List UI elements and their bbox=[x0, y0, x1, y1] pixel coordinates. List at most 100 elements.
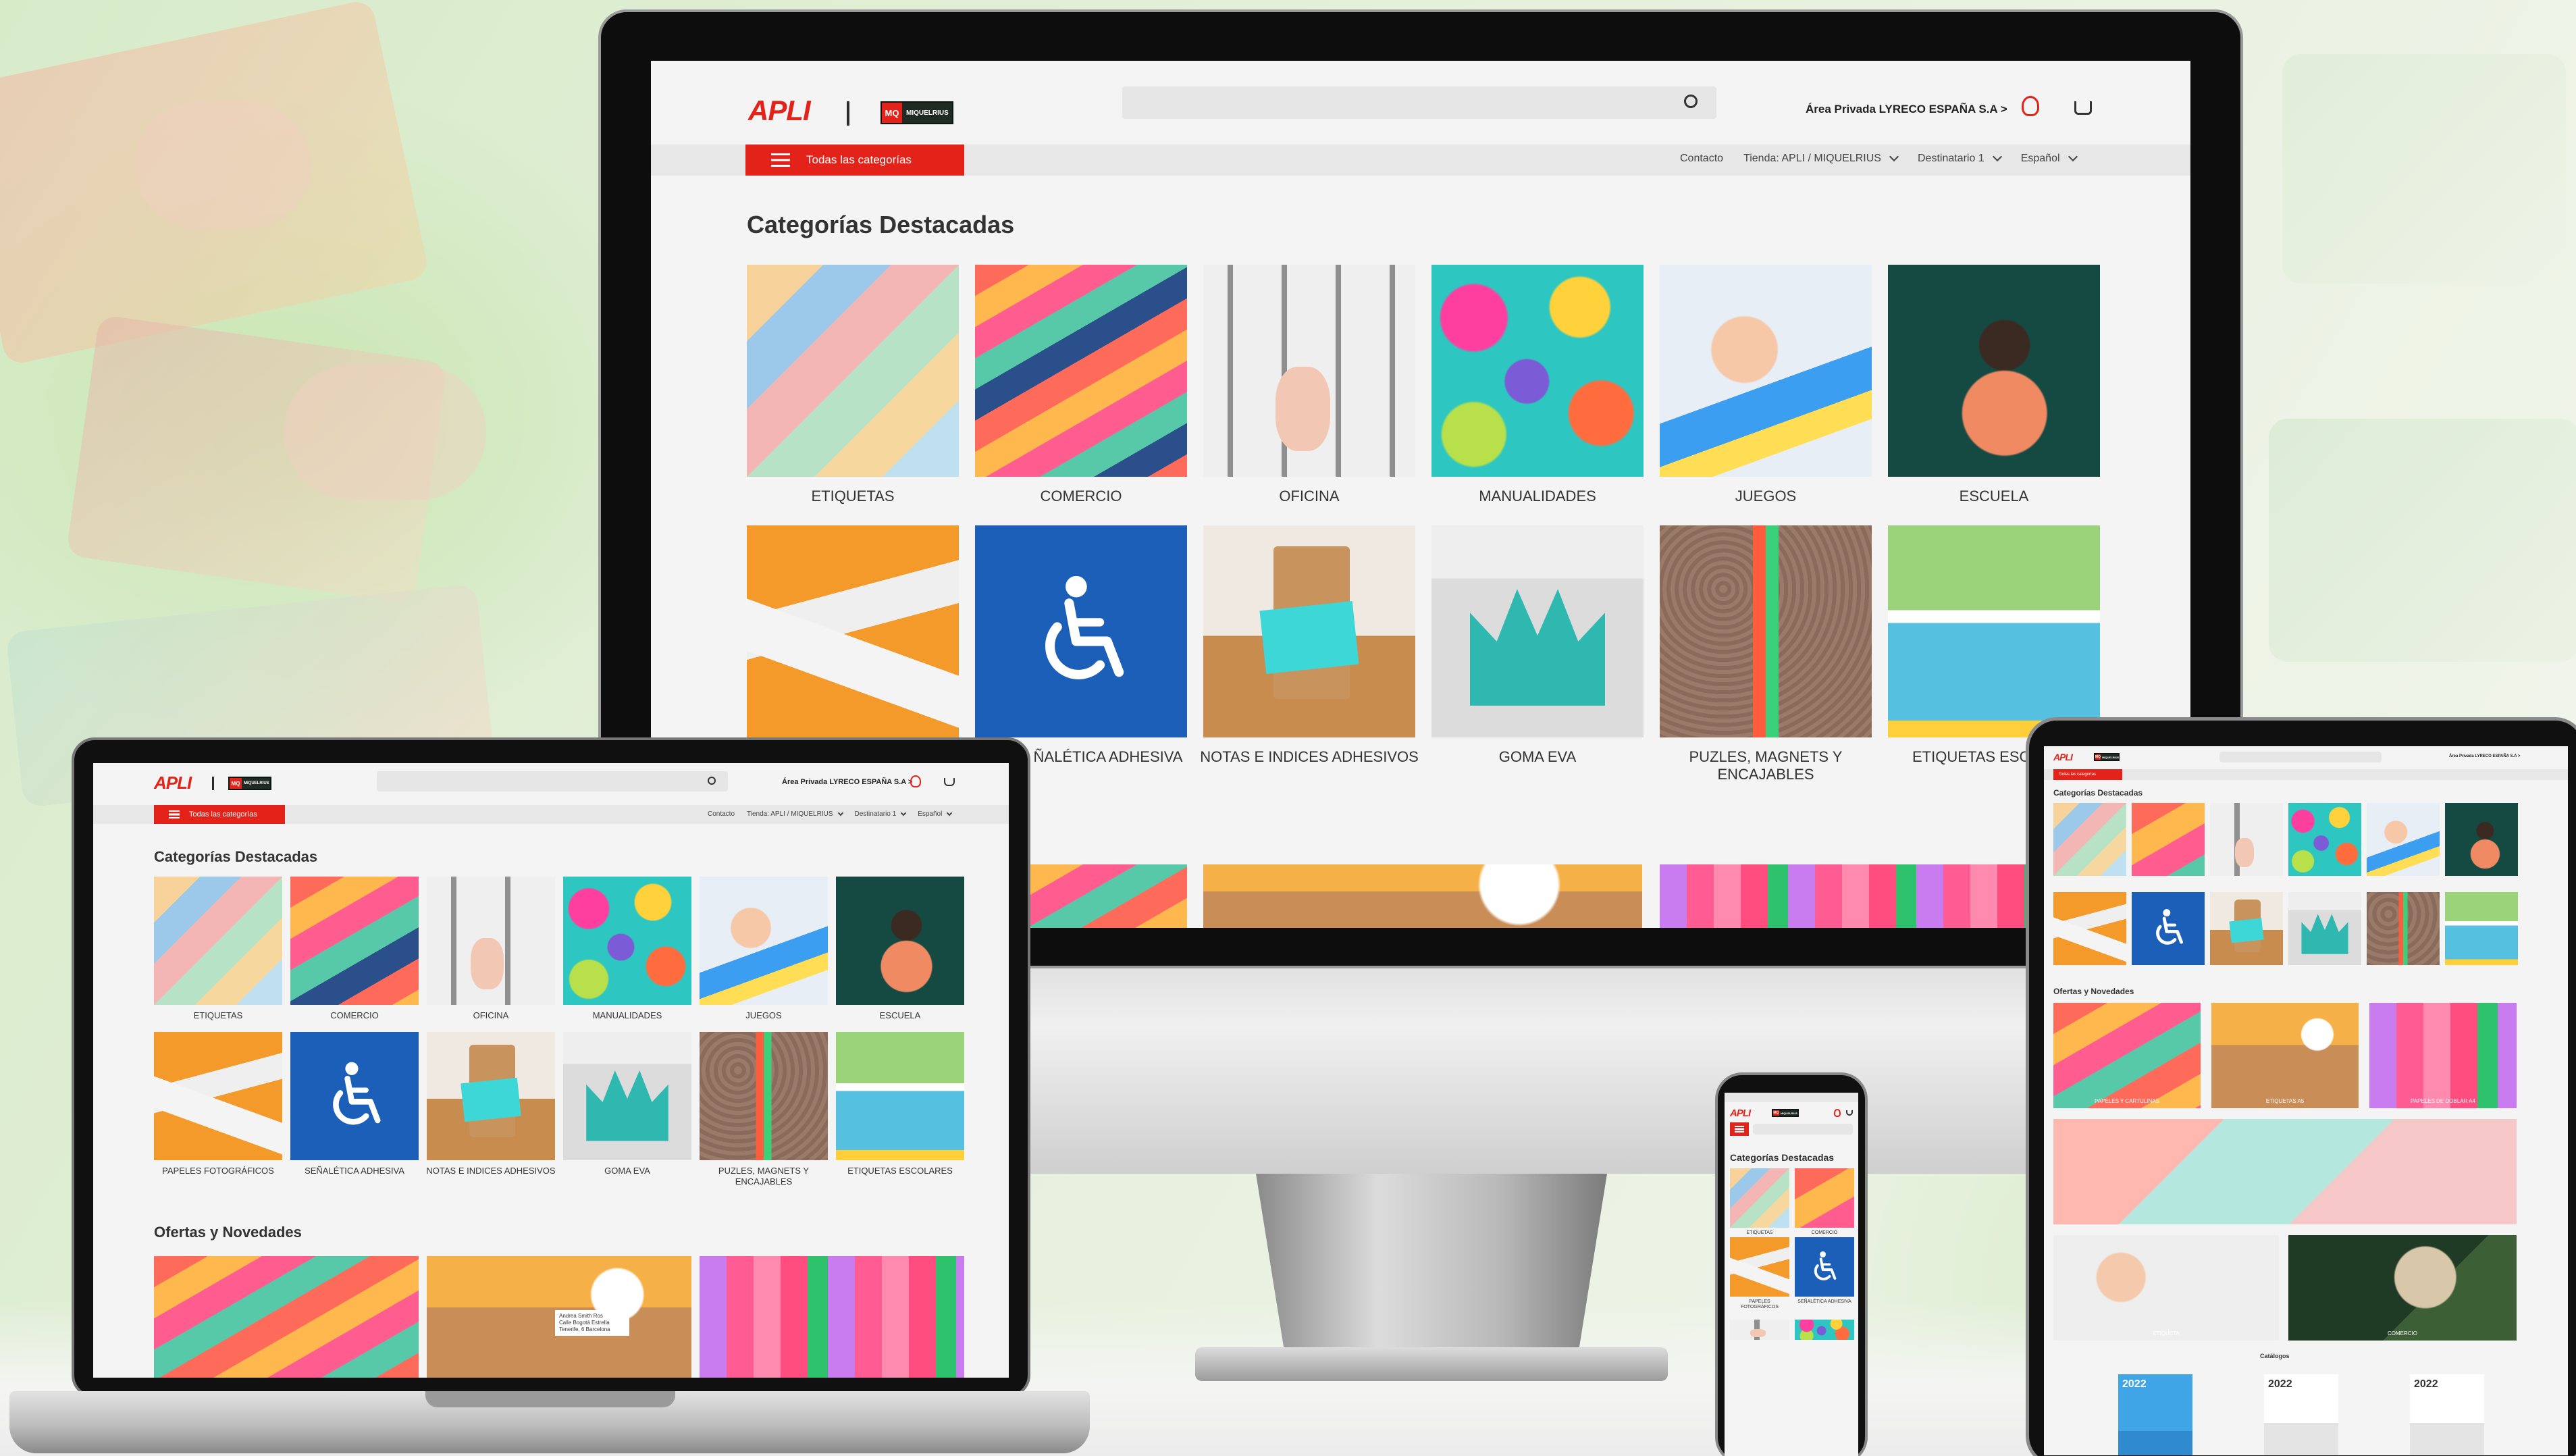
category-tile[interactable]: PUZLES, MAGNETS Y ENCAJABLES bbox=[700, 1032, 828, 1187]
category-tile[interactable]: ETIQUETAS bbox=[154, 877, 282, 1020]
category-tile[interactable] bbox=[1795, 1320, 1854, 1340]
category-tile[interactable] bbox=[1730, 1320, 1789, 1340]
search-input[interactable] bbox=[1753, 1124, 1853, 1135]
search-icon[interactable] bbox=[708, 777, 716, 785]
nav-recipient-dropdown[interactable]: Destinatario 1 bbox=[1918, 151, 2002, 165]
category-tile[interactable]: GOMA EVA bbox=[563, 1032, 691, 1176]
user-icon[interactable] bbox=[1834, 1109, 1841, 1117]
category-label: ESCUELA bbox=[879, 1010, 921, 1020]
apli-logo[interactable]: APLI bbox=[154, 773, 192, 794]
search-icon[interactable] bbox=[1684, 95, 1698, 108]
offer-tile[interactable]: PAPELES DE DOBLAR A4 bbox=[2369, 1003, 2517, 1108]
category-tile[interactable]: PUZLES, MAGNETS Y ENCAJABLES bbox=[1660, 525, 1872, 783]
offer-tile[interactable]: COMERCIO bbox=[2288, 1235, 2517, 1341]
search-input[interactable] bbox=[2219, 752, 2382, 762]
category-tile[interactable]: JUEGOS bbox=[1660, 265, 1872, 504]
category-tile[interactable]: COMERCIO bbox=[290, 877, 419, 1020]
category-tile[interactable]: JUEGOS bbox=[700, 877, 828, 1020]
category-tile[interactable] bbox=[2445, 803, 2518, 876]
search-input[interactable] bbox=[1122, 86, 1716, 119]
category-tile[interactable]: PAPELES FOTOGRÁFICOS bbox=[154, 1032, 282, 1176]
chevron-down-icon bbox=[1889, 151, 1899, 162]
offer-tile[interactable]: Andrea Smith Ros Calle Bogotá Estrella T… bbox=[427, 1256, 691, 1378]
category-tile[interactable] bbox=[2210, 892, 2283, 965]
category-tile[interactable]: ETIQUETAS bbox=[747, 265, 959, 504]
cart-icon[interactable] bbox=[2074, 101, 2092, 115]
category-image-signage bbox=[1795, 1237, 1854, 1297]
nav-language-dropdown[interactable]: Español bbox=[918, 810, 953, 818]
nav-recipient-dropdown[interactable]: Destinatario 1 bbox=[855, 810, 907, 818]
catalog-cover[interactable]: 2022 bbox=[2118, 1374, 2192, 1455]
nav-contact-link[interactable]: Contacto bbox=[708, 810, 735, 818]
phone-notch bbox=[1761, 1079, 1822, 1091]
category-tile[interactable]: ETIQUETAS bbox=[1730, 1168, 1789, 1235]
offer-tile[interactable]: PAPELES Y CARTULINAS bbox=[2053, 1003, 2201, 1108]
category-tile[interactable]: ÑALÉTICA ADHESIVA bbox=[975, 525, 1187, 765]
offer-tile[interactable]: ETIQUETAS A5 bbox=[2211, 1003, 2359, 1108]
category-tile[interactable]: NOTAS E INDICES ADHESIVOS bbox=[426, 1032, 556, 1176]
offer-tile[interactable] bbox=[154, 1256, 419, 1378]
private-area-link[interactable]: Área Privada LYRECO ESPAÑA S.A > bbox=[782, 778, 912, 786]
miquelrius-logo[interactable]: MQ MIQUELRIUS bbox=[880, 101, 953, 124]
cart-icon[interactable] bbox=[944, 778, 955, 786]
offer-tile[interactable] bbox=[700, 1256, 964, 1378]
nav-store-dropdown[interactable]: Tienda: APLI / MIQUELRIUS bbox=[747, 810, 843, 818]
catalog-cover[interactable]: 2022 bbox=[2264, 1374, 2338, 1455]
nav-contact-link[interactable]: Contacto bbox=[1680, 153, 1723, 165]
offer-banner[interactable] bbox=[2053, 1119, 2517, 1224]
category-tile[interactable]: OFICINA bbox=[1203, 265, 1415, 504]
miquelrius-logo[interactable]: MQ MIQUELRIUS bbox=[228, 777, 271, 790]
apli-logo[interactable]: APLI bbox=[1730, 1108, 1751, 1119]
category-tile[interactable]: PAPELES FOTOGRÁFICOS bbox=[1730, 1237, 1789, 1309]
all-categories-button[interactable]: Todas las categorías bbox=[154, 805, 285, 824]
apli-logo[interactable]: APLI bbox=[2053, 752, 2073, 762]
all-categories-button[interactable]: Todas las categorías bbox=[2053, 769, 2122, 780]
category-tile[interactable]: SEÑALÉTICA ADHESIVA bbox=[290, 1032, 419, 1176]
category-image-confetti bbox=[1431, 265, 1644, 477]
category-tile[interactable]: OFICINA bbox=[427, 877, 555, 1020]
category-tile[interactable]: GOMA EVA bbox=[1431, 525, 1644, 765]
private-area-link[interactable]: Área Privada LYRECO ESPAÑA S.A > bbox=[2449, 754, 2520, 758]
category-tile[interactable]: ESCUELA bbox=[836, 877, 964, 1020]
category-tile[interactable]: COMERCIO bbox=[1795, 1168, 1854, 1235]
category-tile[interactable] bbox=[2288, 892, 2361, 965]
miquelrius-logo[interactable]: MQ MIQUELRIUS bbox=[1772, 1109, 1799, 1117]
apli-logo[interactable]: APLI bbox=[748, 95, 811, 127]
user-icon[interactable] bbox=[910, 775, 921, 787]
all-categories-button[interactable]: Todas las categorías bbox=[745, 145, 964, 176]
category-tile[interactable]: COMERCIO bbox=[975, 265, 1187, 504]
nav-language-dropdown[interactable]: Español bbox=[2021, 151, 2078, 165]
offer-label: PAPELES Y CARTULINAS bbox=[2095, 1098, 2159, 1104]
category-tile[interactable] bbox=[2132, 803, 2205, 876]
nav-store-dropdown[interactable]: Tienda: APLI / MIQUELRIUS bbox=[1743, 151, 1899, 165]
chevron-down-icon bbox=[947, 810, 953, 816]
category-tile[interactable] bbox=[2288, 803, 2361, 876]
miquelrius-logo[interactable]: MQ MIQUELRIUS bbox=[2094, 753, 2120, 761]
category-tile[interactable] bbox=[2367, 892, 2440, 965]
all-categories-button[interactable] bbox=[1730, 1122, 1749, 1136]
offer-label: ETIQUETA bbox=[2153, 1330, 2180, 1336]
category-tile[interactable] bbox=[2053, 892, 2126, 965]
offer-tile[interactable] bbox=[1203, 864, 1642, 928]
offer-tile[interactable]: ETIQUETA bbox=[2053, 1235, 2279, 1341]
search-input[interactable] bbox=[377, 771, 728, 791]
category-image-paper bbox=[1795, 1168, 1854, 1228]
category-tile[interactable]: NOTAS E INDICES ADHESIVOS bbox=[1200, 525, 1419, 765]
user-icon[interactable] bbox=[2022, 96, 2039, 116]
category-tile[interactable] bbox=[2445, 892, 2518, 965]
offers-title: Ofertas y Novedades bbox=[154, 1224, 302, 1241]
category-tile[interactable]: SEÑALÉTICA ADHESIVA bbox=[1795, 1237, 1854, 1304]
category-tile[interactable] bbox=[747, 525, 959, 737]
category-tile[interactable]: MANUALIDADES bbox=[563, 877, 691, 1020]
private-area-link[interactable]: Área Privada LYRECO ESPAÑA S.A > bbox=[1806, 103, 2007, 116]
category-tile[interactable]: ETIQUETAS ESCO bbox=[1888, 525, 2100, 765]
catalog-cover[interactable]: 2022 bbox=[2410, 1374, 2484, 1455]
cart-icon[interactable] bbox=[1846, 1110, 1853, 1116]
category-tile[interactable]: ESCUELA bbox=[1888, 265, 2100, 504]
category-tile[interactable] bbox=[2053, 803, 2126, 876]
category-tile[interactable]: ETIQUETAS ESCOLARES bbox=[836, 1032, 964, 1176]
category-tile[interactable] bbox=[2367, 803, 2440, 876]
category-tile[interactable] bbox=[2132, 892, 2205, 965]
category-tile[interactable]: MANUALIDADES bbox=[1431, 265, 1644, 504]
category-tile[interactable] bbox=[2210, 803, 2283, 876]
